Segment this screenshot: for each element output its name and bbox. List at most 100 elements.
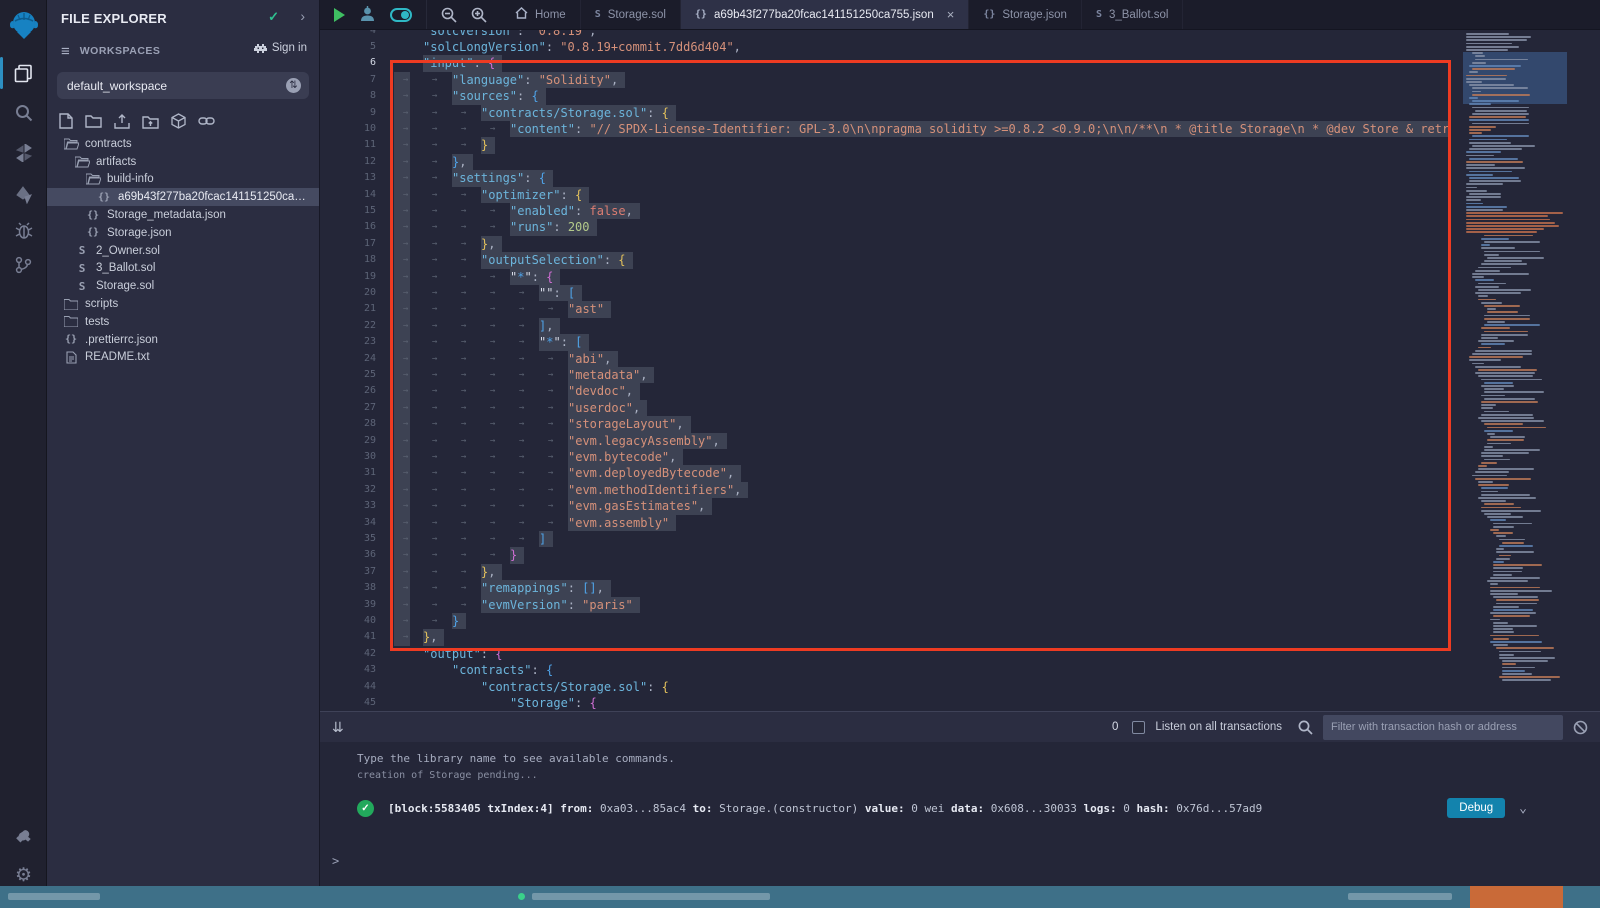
code-line-9[interactable]: →→→"contracts/Storage.sol": { [394,105,1451,121]
plugin-manager-icon[interactable] [0,818,47,852]
link-icon[interactable] [198,115,215,127]
new-folder-icon[interactable] [85,114,102,128]
code-line-13[interactable]: →→"settings": { [394,170,1451,186]
clear-console-icon[interactable] [1573,720,1588,735]
code-line-33[interactable]: →→→→→→"evm.gasEstimates", [394,498,1451,514]
code-line-39[interactable]: →→→"evmVersion": "paris" [394,597,1451,613]
tab-storage-sol[interactable]: SStorage.sol [581,0,681,29]
panel-chevron-right-icon[interactable]: › [300,8,305,24]
code-line-36[interactable]: →→→→} [394,547,1451,563]
code-line-30[interactable]: →→→→→→"evm.bytecode", [394,449,1451,465]
code-line-41[interactable]: →}, [394,629,1451,645]
search-icon[interactable] [0,96,47,130]
zoom-out-icon[interactable] [441,7,457,23]
tree-item-a69b43f277ba20fcac141151250ca7-[interactable]: {}a69b43f277ba20fcac141151250ca7... [47,188,319,206]
listen-all-checkbox[interactable] [1132,721,1145,734]
tab-home[interactable]: Home [501,0,581,29]
code-line-5[interactable]: "solcLongVersion": "0.8.19+commit.7dd6d4… [394,39,1451,55]
tree-item-contracts[interactable]: contracts [47,135,319,153]
code-text: "outputSelection": { [481,252,633,268]
tree-item-3-ballot-sol[interactable]: S3_Ballot.sol [47,260,319,278]
code-line-31[interactable]: →→→→→→"evm.deployedBytecode", [394,465,1451,481]
code-line-11[interactable]: →→→} [394,137,1451,153]
code-line-24[interactable]: →→→→→→"abi", [394,351,1451,367]
workspace-sort-icon[interactable]: ⇅ [286,78,301,93]
debug-button[interactable]: Debug [1447,798,1505,818]
code-line-18[interactable]: →→→"outputSelection": { [394,252,1451,268]
code-line-38[interactable]: →→→"remappings": [], [394,580,1451,596]
terminal-search-icon[interactable] [1298,720,1313,735]
statusbar-orange-segment[interactable] [1470,886,1563,908]
code-line-10[interactable]: →→→→"content": "// SPDX-License-Identifi… [394,121,1451,137]
editor-code-lines[interactable]: "solcVersion": "0.8.19","solcLongVersion… [394,30,1451,711]
code-line-7[interactable]: →→"language": "Solidity", [394,72,1451,88]
tree-item-tests[interactable]: tests [47,313,319,331]
code-line-25[interactable]: →→→→→→"metadata", [394,367,1451,383]
editor-minimap[interactable] [1463,30,1567,690]
code-line-34[interactable]: →→→→→→"evm.assembly" [394,515,1451,531]
tab-a69b43f277ba20fcac141151250ca755-json[interactable]: {}a69b43f277ba20fcac141151250ca755.json× [681,0,969,29]
tree-item-storage-metadata-json[interactable]: {}Storage_metadata.json [47,206,319,224]
workspaces-menu-icon[interactable]: ≡ [61,43,70,60]
tree-item-artifacts[interactable]: artifacts [47,153,319,171]
code-line-44[interactable]: "contracts/Storage.sol": { [394,679,1451,695]
code-line-17[interactable]: →→→}, [394,236,1451,252]
code-editor[interactable]: 4567891011121314151617181920212223242526… [320,30,1600,711]
code-line-12[interactable]: →→}, [394,154,1451,170]
deploy-run-icon[interactable] [0,178,47,212]
code-line-21[interactable]: →→→→→→"ast" [394,301,1451,317]
tab-storage-json[interactable]: {}Storage.json [969,0,1082,29]
code-line-26[interactable]: →→→→→→"devdoc", [394,383,1451,399]
workspace-select[interactable]: default_workspace ⇅ [57,72,309,99]
run-script-button[interactable] [334,8,345,22]
new-file-icon[interactable] [59,113,73,129]
code-line-35[interactable]: →→→→→] [394,531,1451,547]
debugger-icon[interactable] [0,214,47,248]
tab-3-ballot-sol[interactable]: S3_Ballot.sol [1082,0,1184,29]
code-line-29[interactable]: →→→→→→"evm.legacyAssembly", [394,433,1451,449]
tree-item--prettierrc-json[interactable]: {}.prettierrc.json [47,331,319,349]
tree-item-storage-json[interactable]: {}Storage.json [47,224,319,242]
terminal-output[interactable]: Type the library name to see available c… [320,742,1600,886]
code-line-4[interactable]: "solcVersion": "0.8.19", [394,30,1451,39]
code-line-15[interactable]: →→→→"enabled": false, [394,203,1451,219]
sign-in-button[interactable]: Sign in [254,42,307,54]
tree-item-build-info[interactable]: build-info [47,171,319,189]
code-line-40[interactable]: →→} [394,613,1451,629]
code-line-32[interactable]: →→→→→→"evm.methodIdentifiers", [394,482,1451,498]
code-line-6[interactable]: "input": { [394,55,1451,71]
tree-item-storage-sol[interactable]: SStorage.sol [47,277,319,295]
code-line-45[interactable]: "Storage": { [394,695,1451,711]
transaction-log-row[interactable]: ✓ [block:5583405 txIndex:4] from: 0xa03.… [357,798,1567,818]
terminal-collapse-icon[interactable]: ⇊ [332,719,344,736]
code-line-42[interactable]: "output": { [394,646,1451,662]
code-line-37[interactable]: →→→}, [394,564,1451,580]
code-line-14[interactable]: →→→"optimizer": { [394,187,1451,203]
upload-file-icon[interactable] [114,113,130,129]
code-line-8[interactable]: →→"sources": { [394,88,1451,104]
close-tab-icon[interactable]: × [947,7,955,22]
tree-item-2-owner-sol[interactable]: S2_Owner.sol [47,242,319,260]
transaction-filter-input[interactable] [1323,715,1563,740]
code-line-43[interactable]: "contracts": { [394,662,1451,678]
tree-item-readme-txt[interactable]: README.txt [47,349,319,367]
ipfs-cube-icon[interactable] [171,113,186,129]
tree-item-scripts[interactable]: scripts [47,295,319,313]
code-line-27[interactable]: →→→→→→"userdoc", [394,400,1451,416]
upload-folder-icon[interactable] [142,114,159,129]
tx-expand-chevron-icon[interactable]: ⌄ [1519,801,1527,816]
solidity-compiler-icon[interactable] [0,136,47,170]
ai-assistant-icon[interactable] [359,6,376,23]
file-explorer-icon[interactable] [0,56,47,90]
terminal-prompt[interactable]: > [332,854,339,868]
remix-logo-icon[interactable] [7,8,41,42]
code-line-28[interactable]: →→→→→→"storageLayout", [394,416,1451,432]
zoom-in-icon[interactable] [471,7,487,23]
code-line-23[interactable]: →→→→→"*": [ [394,334,1451,350]
code-line-19[interactable]: →→→→"*": { [394,269,1451,285]
code-line-22[interactable]: →→→→→], [394,318,1451,334]
editor-toggle-switch[interactable] [390,8,412,22]
git-icon[interactable] [0,248,47,282]
code-line-16[interactable]: →→→→"runs": 200 [394,219,1451,235]
code-line-20[interactable]: →→→→→"": [ [394,285,1451,301]
